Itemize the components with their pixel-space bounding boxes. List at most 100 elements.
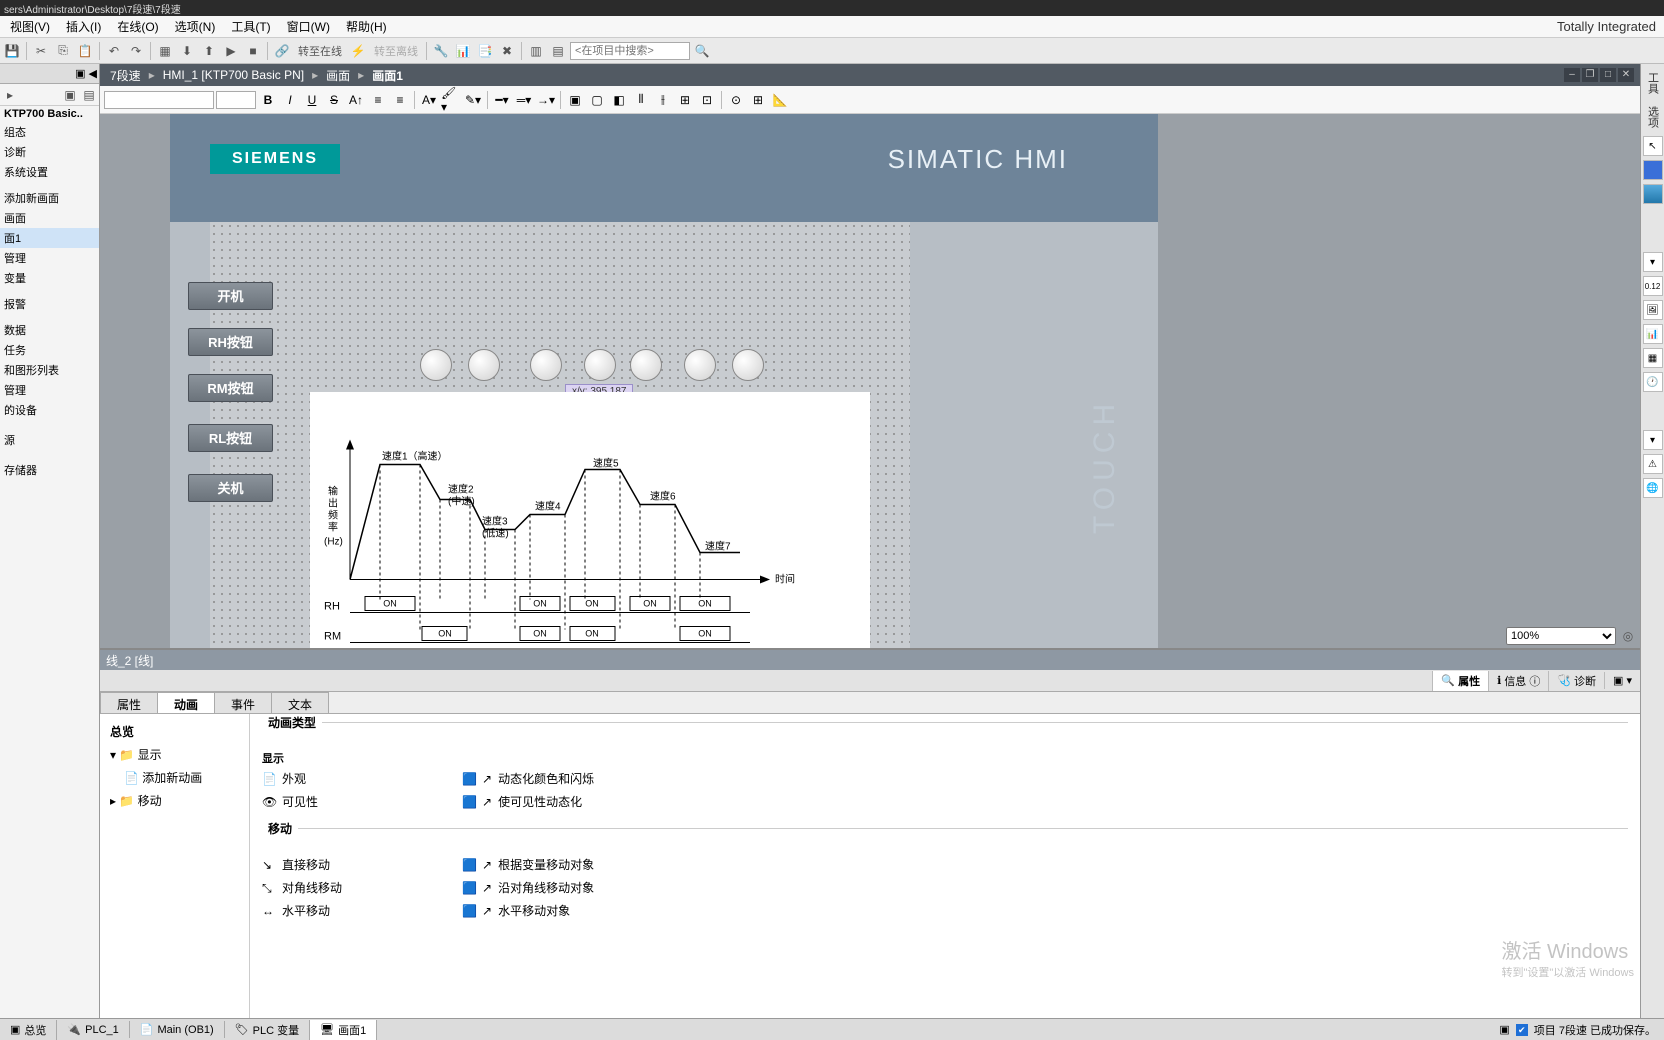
copy-icon[interactable]: ⎘	[53, 41, 73, 61]
tree-item[interactable]: 画面	[0, 208, 99, 228]
tree-item[interactable]: 组态	[0, 122, 99, 142]
align-a-icon[interactable]: ⫴	[631, 90, 651, 110]
tree-item[interactable]: 存储器	[0, 460, 99, 480]
group-icon[interactable]: ⊡	[697, 90, 717, 110]
dropdown-icon[interactable]: ▾	[1643, 252, 1663, 272]
anim-visibility[interactable]: 👁可见性	[262, 793, 422, 810]
link-icon[interactable]: 🔗	[272, 41, 292, 61]
fill-color-icon[interactable]: 🖌▾	[441, 90, 461, 110]
anim-horiz-move[interactable]: ↔水平移动	[262, 902, 422, 919]
globe-tool-icon[interactable]: 🌐	[1643, 478, 1663, 498]
anim-move-horiz2[interactable]: 🟦↗水平移动对象	[462, 902, 622, 919]
redo-icon[interactable]: ↷	[126, 41, 146, 61]
chart-tool-icon[interactable]: 📊	[1643, 324, 1663, 344]
sb-tab-plcvar[interactable]: 🏷 PLC 变量	[225, 1020, 310, 1040]
italic-button[interactable]: I	[280, 90, 300, 110]
tree-item[interactable]: 源	[0, 430, 99, 450]
stop-icon[interactable]: ■	[243, 41, 263, 61]
project-search-input[interactable]	[570, 42, 690, 60]
tab-text[interactable]: 文本	[271, 692, 329, 713]
anim-appearance[interactable]: 📄外观	[262, 770, 422, 787]
num-tool-icon[interactable]: 0.12	[1643, 276, 1663, 296]
indicator-light[interactable]	[630, 349, 662, 381]
layout-a-icon[interactable]: ▥	[526, 41, 546, 61]
line-width-icon[interactable]: ═▾	[514, 90, 534, 110]
tree-item-selected[interactable]: 面1	[0, 228, 99, 248]
paste-icon[interactable]: 📋	[75, 41, 95, 61]
tree-item[interactable]: 报警	[0, 294, 99, 314]
menu-help[interactable]: 帮助(H)	[338, 16, 395, 37]
props-layout-icon[interactable]: ▣ ▾	[1604, 672, 1640, 689]
align-b-icon[interactable]: ⫲	[653, 90, 673, 110]
tool-c-icon[interactable]: 📑	[475, 41, 495, 61]
line-color-icon[interactable]: ✎▾	[463, 90, 483, 110]
warning-tool-icon[interactable]: ⚠	[1643, 454, 1663, 474]
indicator-light[interactable]	[684, 349, 716, 381]
restore-icon[interactable]: ❐	[1582, 68, 1598, 82]
zoom-select[interactable]: 100%	[1506, 627, 1616, 645]
project-tree[interactable]: KTP700 Basic.. 组态 诊断 系统设置 添加新画面 画面 面1 管理…	[0, 106, 99, 1018]
hmi-button-rh[interactable]: RH按钮	[188, 328, 273, 356]
tree-item[interactable]: 和图形列表	[0, 360, 99, 380]
indicator-light[interactable]	[584, 349, 616, 381]
indicator-light[interactable]	[530, 349, 562, 381]
tree-device[interactable]: KTP700 Basic..	[0, 106, 99, 122]
menu-online[interactable]: 在线(O)	[109, 16, 166, 37]
menu-insert[interactable]: 插入(I)	[58, 16, 109, 37]
anim-diag-move[interactable]: ⤡对角线移动	[262, 879, 422, 896]
menu-window[interactable]: 窗口(W)	[279, 16, 338, 37]
menu-tools[interactable]: 工具(T)	[223, 16, 278, 37]
tree-item[interactable]: 管理	[0, 380, 99, 400]
unlink-icon[interactable]: ⚡	[348, 41, 368, 61]
menu-options[interactable]: 选项(N)	[167, 16, 224, 37]
anim-dyn-color[interactable]: 🟦↗动态化颜色和闪烁	[462, 770, 622, 787]
delete-icon[interactable]: ✖	[497, 41, 517, 61]
grid-icon[interactable]: ⊞	[748, 90, 768, 110]
zoom-reset-icon[interactable]: ◎	[1618, 626, 1638, 646]
sb-tab-overview[interactable]: ▣ 总览	[0, 1020, 57, 1040]
tab-diag[interactable]: 🩺诊断	[1548, 671, 1604, 691]
breadcrumb[interactable]: 画面1	[368, 67, 407, 84]
maximize-icon[interactable]: □	[1600, 68, 1616, 82]
anim-move-by-var[interactable]: 🟦↗根据变量移动对象	[462, 856, 622, 873]
pointer-tool-icon[interactable]: ↖	[1643, 136, 1663, 156]
anim-dyn-vis[interactable]: 🟦↗使可见性动态化	[462, 793, 622, 810]
font-size-select[interactable]	[216, 91, 256, 109]
tool-b-icon[interactable]: 📊	[453, 41, 473, 61]
nav-overview[interactable]: 总览	[106, 720, 243, 743]
strike-button[interactable]: S	[324, 90, 344, 110]
go-online-label[interactable]: 转至在线	[294, 43, 346, 59]
upload-icon[interactable]: ⬆	[199, 41, 219, 61]
layout-b-icon[interactable]: ▤	[548, 41, 568, 61]
hmi-button-off[interactable]: 关机	[188, 474, 273, 502]
line-end-icon[interactable]: →▾	[536, 90, 556, 110]
hmi-button-on[interactable]: 开机	[188, 282, 273, 310]
image-tool-icon[interactable]: 🖼	[1643, 300, 1663, 320]
rect-tool-icon[interactable]	[1643, 160, 1663, 180]
dropdown2-icon[interactable]: ▾	[1643, 430, 1663, 450]
anim-move-diag2[interactable]: 🟦↗沿对角线移动对象	[462, 879, 622, 896]
undo-icon[interactable]: ↶	[104, 41, 124, 61]
layout-icon[interactable]: ▣	[1499, 1023, 1509, 1036]
line-style-icon[interactable]: ━▾	[492, 90, 512, 110]
gradient-tool-icon[interactable]	[1643, 184, 1663, 204]
search-icon[interactable]: 🔍	[692, 41, 712, 61]
tree-view-b-icon[interactable]: ▤	[81, 87, 97, 103]
hmi-button-rm[interactable]: RM按钮	[188, 374, 273, 402]
underline-button[interactable]: U	[302, 90, 322, 110]
breadcrumb[interactable]: 7段速	[106, 67, 145, 84]
anim-direct-move[interactable]: ↘直接移动	[262, 856, 422, 873]
cut-icon[interactable]: ✂	[31, 41, 51, 61]
sim-icon[interactable]: ▶	[221, 41, 241, 61]
hmi-screen[interactable]: SIEMENS SIMATIC HMI TOUCH 开机 RH按钮 RM按钮 R…	[170, 114, 1158, 648]
zoom-fit-icon[interactable]: ⊙	[726, 90, 746, 110]
tab-anim[interactable]: 动画	[157, 692, 215, 713]
tab-events[interactable]: 事件	[214, 692, 272, 713]
align-center-icon[interactable]: ≡	[390, 90, 410, 110]
sb-tab-main[interactable]: 📄 Main (OB1)	[130, 1021, 225, 1038]
tree-item[interactable]: 的设备	[0, 400, 99, 420]
tree-item[interactable]: 添加新画面	[0, 188, 99, 208]
text-color-icon[interactable]: A▾	[419, 90, 439, 110]
nav-move[interactable]: ▸ 📁 移动	[106, 789, 243, 812]
minimize-icon[interactable]: –	[1564, 68, 1580, 82]
